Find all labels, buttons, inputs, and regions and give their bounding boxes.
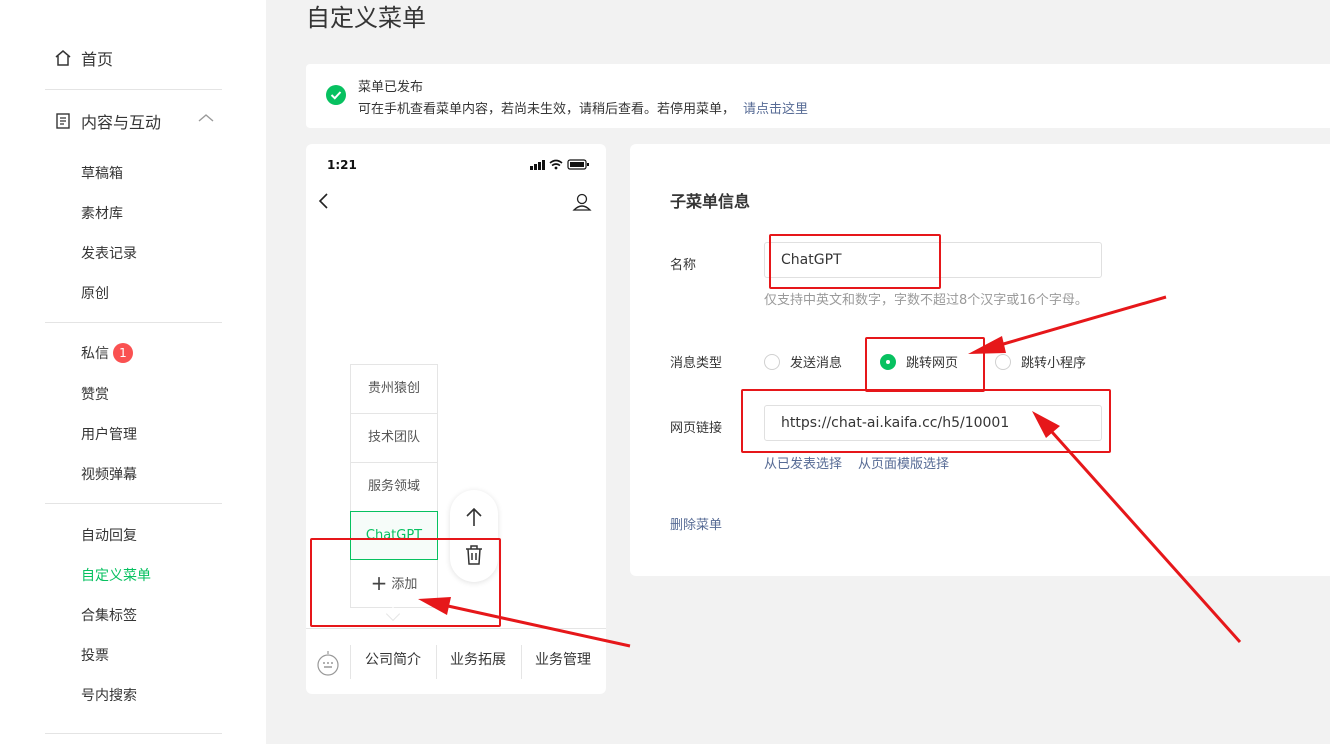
notice-title: 菜单已发布 — [358, 80, 424, 95]
notice-message: 可在手机查看菜单内容，若尚未生效，请稍后查看。若停用菜单， 请点击这里 — [358, 98, 808, 117]
sidebar-item-home[interactable]: 首页 — [54, 46, 113, 70]
status-time: 1:21 — [327, 158, 357, 172]
form-title: 子菜单信息 — [670, 192, 751, 211]
divider — [45, 733, 222, 734]
submenu-form: 子菜单信息 名称 ChatGPT 仅支持中英文和数字，字数不超过8个汉字或16个… — [630, 144, 1330, 576]
profile-icon[interactable] — [572, 192, 592, 212]
radio-jump-webpage[interactable]: 跳转网页 — [880, 352, 958, 371]
chevron-up-icon[interactable] — [198, 113, 214, 123]
sidebar: 首页 内容与互动 草稿箱 素材库 发表记录 原创 私信 1 赞赏 用户管理 视频弹… — [0, 0, 266, 744]
menu-item-main[interactable]: 业务拓展 — [450, 649, 506, 669]
radio-dot — [764, 353, 780, 370]
submenu-item[interactable]: 贵州猿创 — [350, 364, 438, 413]
menu-item-main[interactable]: 公司简介 — [365, 649, 421, 669]
sidebar-item-users[interactable]: 用户管理 — [81, 424, 137, 444]
sidebar-item-search[interactable]: 号内搜索 — [81, 685, 137, 705]
name-field[interactable]: ChatGPT — [764, 242, 1102, 278]
unread-badge: 1 — [113, 343, 133, 363]
success-icon — [326, 85, 346, 105]
add-submenu-button[interactable]: + 添加 — [350, 560, 438, 608]
sidebar-item-danmaku[interactable]: 视频弹幕 — [81, 464, 137, 484]
divider — [350, 645, 351, 679]
name-label: 名称 — [670, 258, 697, 273]
select-template-link[interactable]: 从页面模版选择 — [858, 457, 949, 472]
submenu-item[interactable]: 服务领域 — [350, 462, 438, 511]
radio-jump-miniprogram[interactable]: 跳转小程序 — [995, 352, 1086, 371]
trash-icon[interactable] — [464, 544, 484, 566]
divider — [45, 503, 222, 504]
sidebar-item-rewards[interactable]: 赞赏 — [81, 384, 109, 404]
sidebar-item-messages[interactable]: 私信 1 — [81, 343, 133, 363]
submenu-list: 贵州猿创 技术团队 服务领域 ChatGPT + 添加 — [350, 364, 438, 622]
status-bar-icons — [530, 159, 589, 170]
submenu-caret — [385, 606, 401, 622]
radio-dot — [880, 353, 896, 370]
radio-send-message[interactable]: 发送消息 — [764, 352, 842, 371]
menu-item-main[interactable]: 业务管理 — [535, 649, 591, 669]
home-icon — [55, 50, 71, 66]
sidebar-item-tags[interactable]: 合集标签 — [81, 605, 137, 625]
name-hint: 仅支持中英文和数字，字数不超过8个汉字或16个字母。 — [764, 293, 1088, 308]
submenu-item-selected[interactable]: ChatGPT — [350, 511, 438, 560]
notice-text: 可在手机查看菜单内容，若尚未生效，请稍后查看。若停用菜单， — [358, 102, 736, 117]
divider — [521, 645, 522, 679]
url-label: 网页链接 — [670, 421, 723, 436]
sidebar-item-published[interactable]: 发表记录 — [81, 243, 137, 263]
page-title: 自定义菜单 — [306, 4, 426, 32]
sidebar-item-vote[interactable]: 投票 — [81, 645, 109, 665]
menu-tools — [450, 490, 498, 582]
submenu-item[interactable]: 技术团队 — [350, 413, 438, 462]
sidebar-item-original[interactable]: 原创 — [81, 283, 109, 303]
type-label: 消息类型 — [670, 356, 723, 371]
select-published-link[interactable]: 从已发表选择 — [764, 457, 842, 472]
phone-preview: 1:21 贵州猿创 技术团队 服务领域 ChatGPT + 添加 公司简介 业务拓… — [306, 144, 606, 694]
url-source-links: 从已发表选择 从页面模版选择 — [764, 453, 965, 472]
phone-menu-bar: 公司简介 业务拓展 业务管理 — [306, 628, 606, 694]
sidebar-home-label: 首页 — [81, 50, 114, 69]
add-label: 添加 — [391, 577, 418, 592]
divider — [45, 322, 222, 323]
back-icon[interactable] — [318, 192, 330, 210]
sidebar-item-library[interactable]: 素材库 — [81, 203, 123, 223]
radio-label: 跳转小程序 — [1021, 356, 1087, 371]
sidebar-item-label: 私信 — [81, 346, 109, 362]
move-up-icon[interactable] — [464, 506, 484, 528]
sidebar-group-label: 内容与互动 — [81, 113, 162, 132]
sidebar-item-drafts[interactable]: 草稿箱 — [81, 163, 123, 183]
publish-notice: 菜单已发布 可在手机查看菜单内容，若尚未生效，请稍后查看。若停用菜单， 请点击这里 — [306, 64, 1330, 128]
sidebar-item-custom-menu[interactable]: 自定义菜单 — [81, 565, 151, 585]
disable-menu-link[interactable]: 请点击这里 — [743, 102, 808, 117]
url-field[interactable]: https://chat-ai.kaifa.cc/h5/10001 — [764, 405, 1102, 441]
sidebar-item-autoreply[interactable]: 自动回复 — [81, 525, 137, 545]
sidebar-group-content[interactable]: 内容与互动 — [54, 109, 214, 133]
radio-dot — [995, 353, 1011, 370]
delete-menu-link[interactable]: 删除菜单 — [670, 514, 722, 533]
radio-label: 发送消息 — [790, 356, 843, 371]
document-icon — [56, 113, 70, 129]
radio-label: 跳转网页 — [906, 356, 959, 371]
divider — [45, 89, 222, 90]
divider — [436, 645, 437, 679]
keyboard-icon[interactable] — [316, 649, 340, 677]
plus-icon: + — [370, 571, 388, 595]
